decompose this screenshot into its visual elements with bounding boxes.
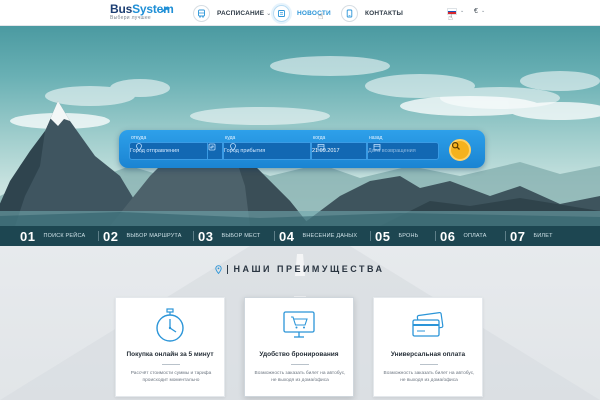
step-number: 01 [20,228,36,244]
newspaper-icon [273,4,290,22]
currency-chevron-icon[interactable]: ⌄ [481,8,485,14]
location-pin-icon [230,143,236,151]
card-title: Универсальная оплата [390,351,466,358]
bus-icon [193,4,210,22]
return-date-field[interactable]: Дата возвращения [367,142,439,160]
card-title: Покупка онлайн за 5 минут [126,351,214,358]
card-divider [162,364,180,365]
step-divider [193,231,194,241]
step-label: БРОНЬ [398,233,419,239]
to-label: куда [225,135,236,141]
search-button[interactable] [449,139,471,161]
advantage-card: Универсальная оплата Возможность заказат… [373,297,483,397]
online-booking-icon [245,306,353,346]
logo[interactable]: BusSystem Выбери лучшее [110,3,174,21]
swap-cities-button[interactable] [207,142,223,160]
step-label: ВЫБОР МАРШРУТА [126,233,182,239]
step-number: 02 [103,228,119,244]
step-divider [274,231,275,241]
departure-date-field[interactable]: 21.09.2017 [311,142,367,160]
mountain-landscape [0,56,600,226]
step-number: 03 [198,228,214,244]
calendar-icon [317,144,325,151]
step-divider [505,231,506,241]
language-chevron-icon[interactable]: ⌄ [460,8,464,14]
nav-schedule[interactable]: РАСПИСАНИЕ ⌄ [193,0,271,26]
chevron-down-icon: ⌄ [266,10,272,17]
card-title: Удобство бронирования [259,351,339,358]
step-1: 01 ПОИСК РЕЙСА [20,226,85,246]
logo-tagline: Выбери лучшее [110,15,151,21]
step-3: 03 ВЫБОР МЕСТ [198,226,260,246]
location-pin-icon [215,264,223,274]
site-header: BusSystem Выбери лучшее РАСПИСАНИЕ ⌄ НОВ… [0,0,600,26]
return-label: назад [369,135,383,141]
hero-banner: откуда Город отправления куда Город приб… [0,26,600,226]
step-6: 06 ОПЛАТА [440,226,487,246]
phone-icon [341,4,358,22]
step-label: ВЫБОР МЕСТ [221,233,261,239]
from-label: откуда [131,135,147,141]
nav-contacts[interactable]: КОНТАКТЫ [341,0,403,26]
advantages-heading: НАШИ ПРЕИМУЩЕСТВА [0,264,600,274]
booking-steps: 01 ПОИСК РЕЙСА 02 ВЫБОР МАРШРУТА 03 ВЫБО… [0,226,600,246]
hand-cursor-icon: ☝ [318,11,324,21]
step-label: ОПЛАТА [463,233,487,239]
location-pin-icon [136,143,142,151]
currency-selector[interactable]: € [474,8,478,15]
step-divider [435,231,436,241]
step-4: 04 ВНЕСЕНИЕ ДАНЫХ [279,226,357,246]
advantage-card: Удобство бронирования Возможность заказа… [244,297,354,397]
date-label: когда [313,135,326,141]
nav-contacts-label: КОНТАКТЫ [365,9,404,17]
search-icon [451,141,460,150]
card-divider [291,364,309,365]
step-2: 02 ВЫБОР МАРШРУТА [103,226,182,246]
step-number: 05 [375,228,391,244]
step-5: 05 БРОНЬ [375,226,419,246]
card-divider [420,364,438,365]
step-label: ВНЕСЕНИЕ ДАНЫХ [302,233,358,239]
step-7: 07 БИЛЕТ [510,226,553,246]
card-description: Возможность заказать билет на автобус, н… [254,371,346,383]
stopwatch-icon [116,306,224,346]
calendar-icon [373,144,381,151]
step-divider [98,231,99,241]
advantage-card: Покупка онлайн за 5 минут Рассчёт стоимо… [115,297,225,397]
heading-divider [227,264,229,274]
step-number: 06 [440,228,456,244]
nav-schedule-label: РАСПИСАНИЕ [217,9,265,17]
logo-arrow-icon [161,7,169,13]
to-field[interactable]: Город прибытия [223,142,311,160]
step-label: БИЛЕТ [533,233,553,239]
step-label: ПОИСК РЕЙСА [43,233,86,239]
card-description: Возможность заказать билет на автобус, н… [383,371,475,383]
card-description: Рассчёт стоимости суммы и тарифа происхо… [130,371,212,383]
search-form: откуда Город отправления куда Город приб… [119,130,485,168]
hand-cursor-icon: ☝ [448,13,453,22]
advantages-title: НАШИ ПРЕИМУЩЕСТВА [233,264,385,274]
step-divider [370,231,371,241]
credit-cards-icon [374,306,482,346]
step-number: 04 [279,228,295,244]
swap-icon [208,143,216,151]
step-number: 07 [510,228,526,244]
nav-news-label: НОВОСТИ [297,9,331,17]
advantages-section: НАШИ ПРЕИМУЩЕСТВА Покупка онлайн за 5 ми… [0,246,600,400]
